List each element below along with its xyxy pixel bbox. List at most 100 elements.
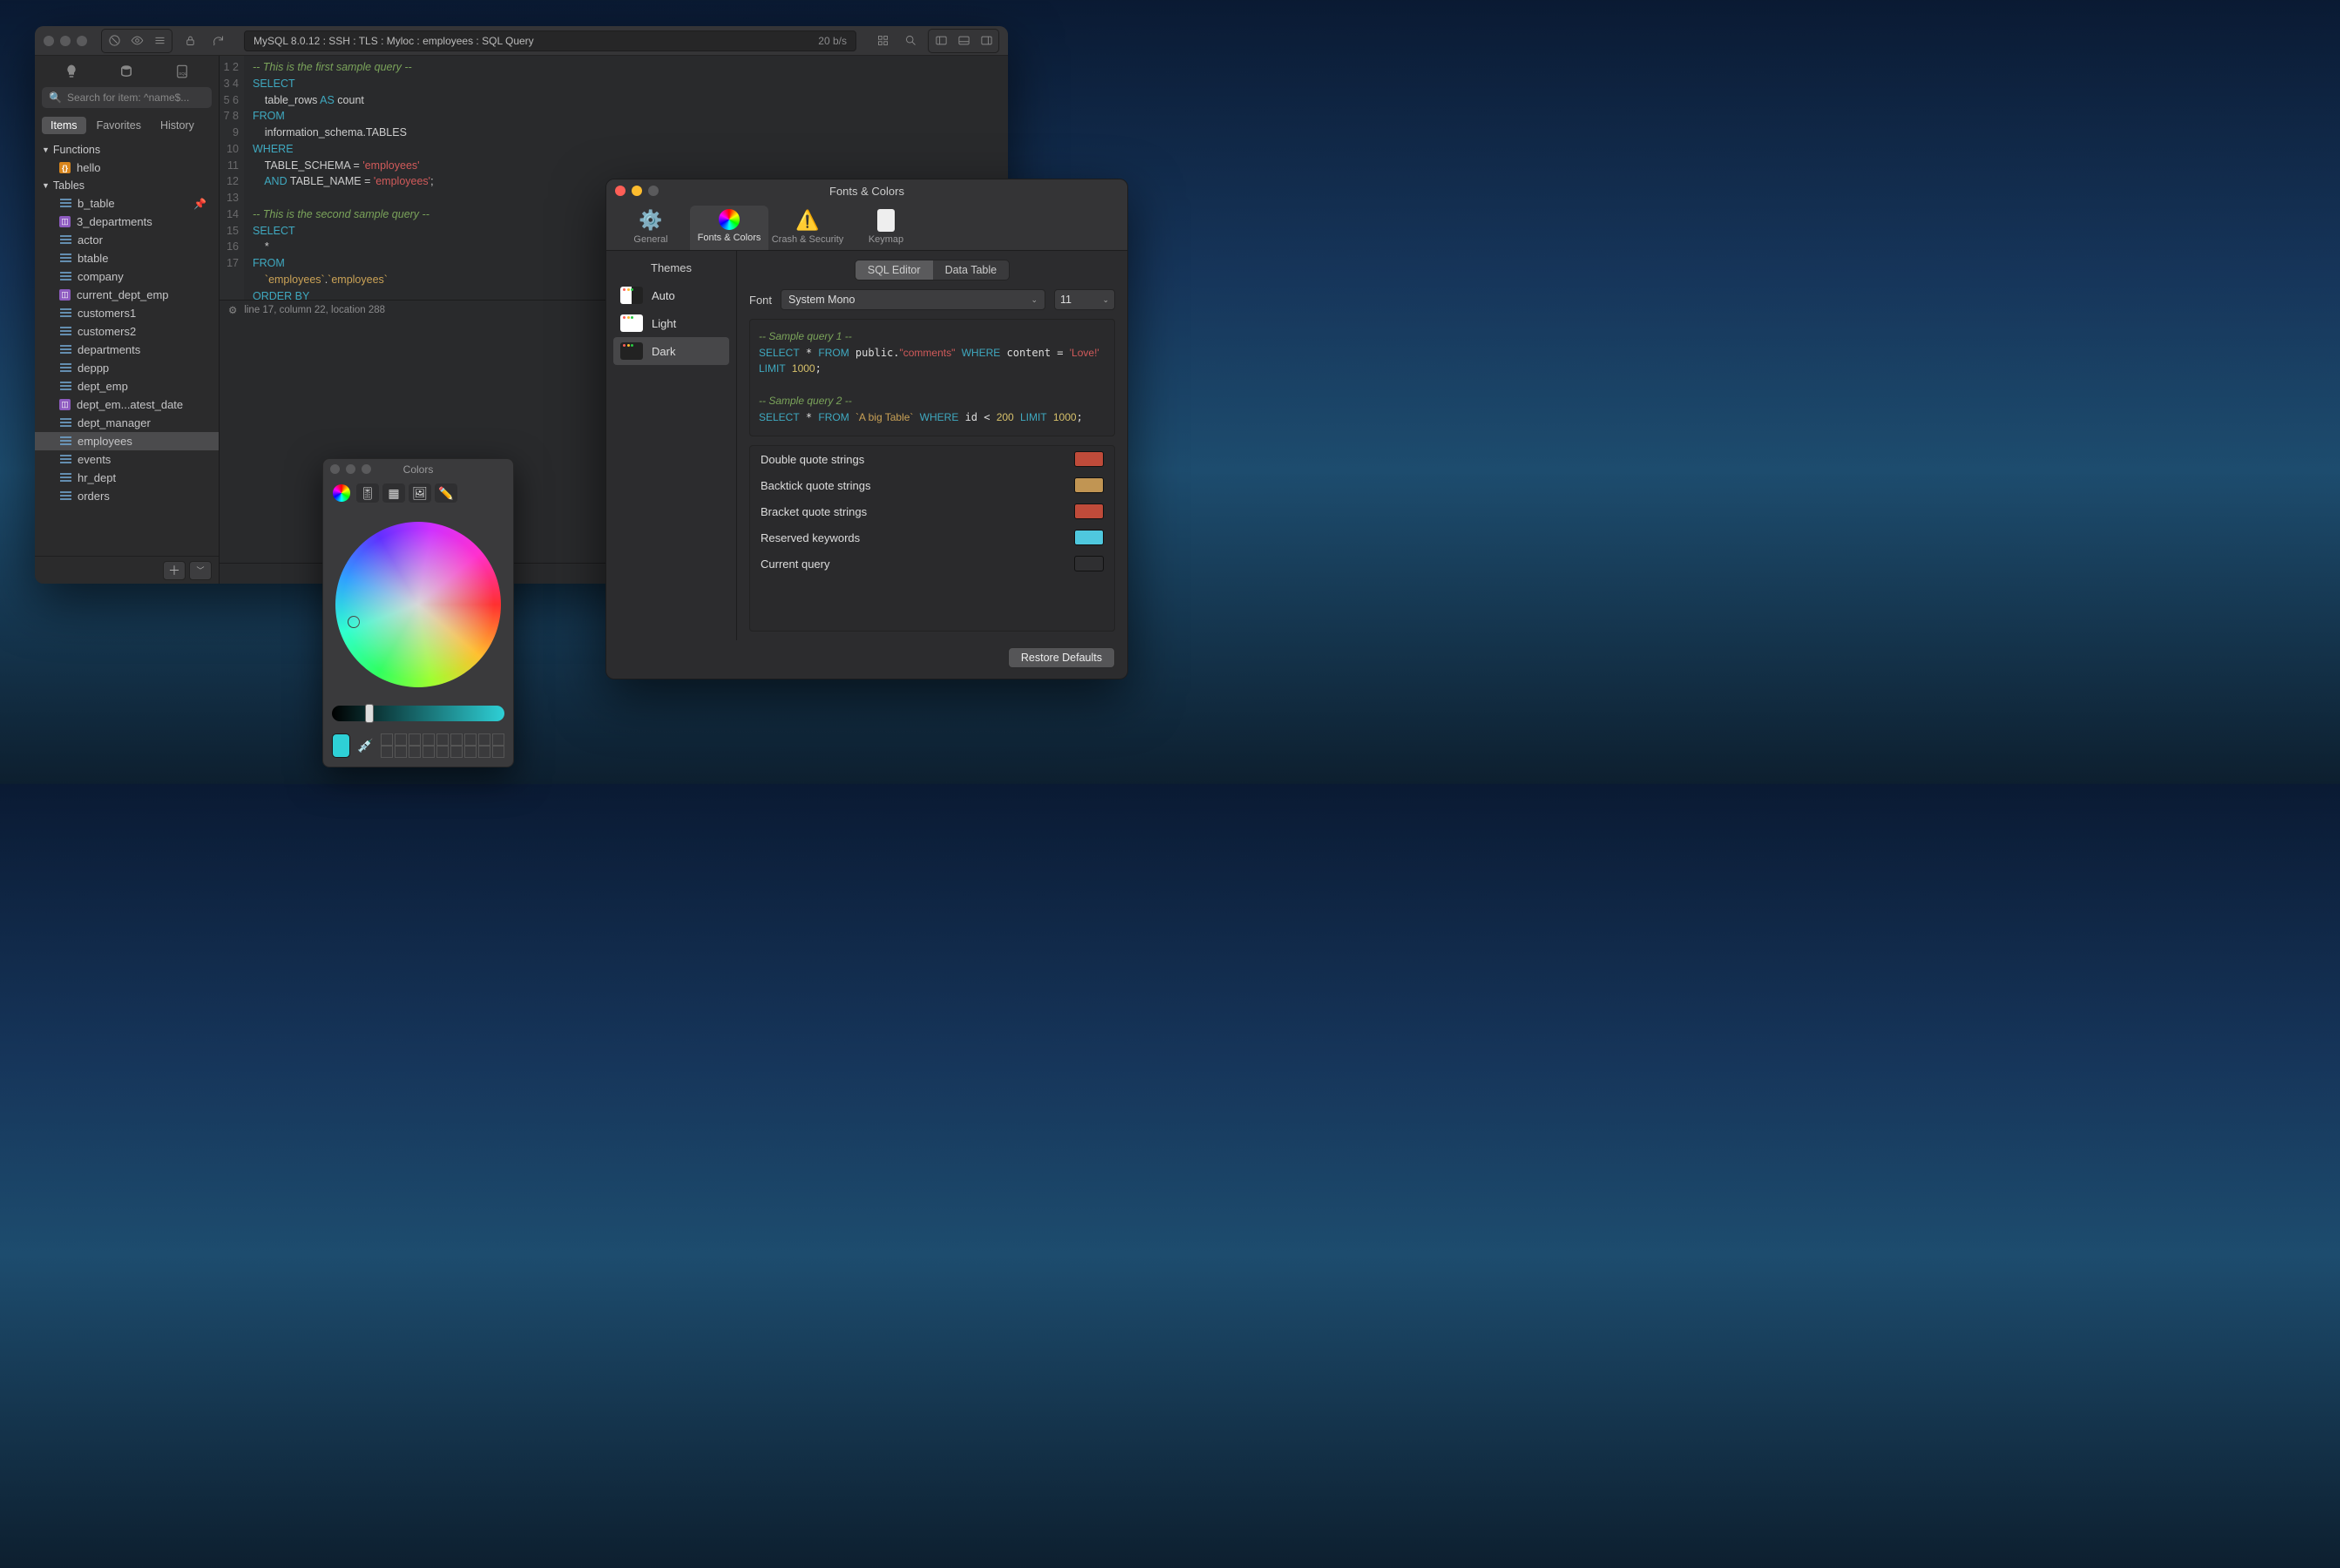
minimize-dot[interactable] (60, 36, 71, 46)
sidebar-item-table[interactable]: ◫current_dept_emp (35, 286, 219, 304)
color-setting-row[interactable]: Current query (750, 551, 1114, 577)
sidebar-item-table[interactable]: btable (35, 249, 219, 267)
sidebar-item-table[interactable]: actor (35, 231, 219, 249)
sidebar-item-table[interactable]: orders (35, 487, 219, 505)
color-swatch[interactable] (1074, 477, 1104, 493)
color-wheel-handle[interactable] (348, 616, 360, 628)
sidebar-item-table[interactable]: events (35, 450, 219, 469)
font-row: Font System Mono⌄ 11⌄ (749, 289, 1115, 310)
color-swatch[interactable] (1074, 451, 1104, 467)
tab-crash-security[interactable]: ⚠️Crash & Security (768, 206, 847, 250)
sidebar-item-function[interactable]: {}hello (35, 159, 219, 177)
stepper-icon: ⌄ (1102, 295, 1109, 305)
color-setting-row[interactable]: Backtick quote strings (750, 472, 1114, 498)
tables-header[interactable]: ▼Tables (35, 177, 219, 194)
minimize-dot[interactable] (346, 464, 355, 474)
zoom-dot[interactable] (77, 36, 87, 46)
color-mode-tabs: 🎚 ▦ 🖼 ✏️ (323, 480, 513, 506)
functions-header[interactable]: ▼Functions (35, 141, 219, 159)
eyedropper-icon[interactable]: 💉 (357, 737, 374, 754)
sliders-mode-icon[interactable]: 🎚 (356, 483, 379, 503)
sidebar: SQL 🔍 Search for item: ^name$... Items F… (35, 56, 220, 584)
color-swatch[interactable] (1074, 530, 1104, 545)
panel-bottom-icon[interactable] (953, 31, 974, 51)
lock-icon[interactable] (179, 31, 200, 51)
gear-icon[interactable]: ⚙ (228, 304, 237, 316)
sql-file-icon[interactable]: SQL (170, 63, 194, 80)
pencils-mode-icon[interactable]: ✏️ (435, 483, 457, 503)
tab-keymap[interactable]: Keymap (847, 206, 925, 250)
restore-defaults-button[interactable]: Restore Defaults (1008, 647, 1115, 668)
sidebar-search-input[interactable]: 🔍 Search for item: ^name$... (42, 87, 212, 108)
search-icon[interactable] (900, 31, 921, 51)
connection-status-field[interactable]: MySQL 8.0.12 : SSH : TLS : Myloc : emplo… (244, 30, 856, 51)
more-button[interactable]: ﹀ (189, 561, 212, 580)
sidebar-item-table[interactable]: ◫3_departments (35, 213, 219, 231)
color-picker-title: Colors (403, 463, 434, 476)
theme-option[interactable]: Light (613, 309, 729, 337)
preferences-title: Fonts & Colors (829, 185, 904, 198)
table-icon (59, 473, 71, 483)
sidebar-item-table[interactable]: customers1 (35, 304, 219, 322)
sidebar-item-table[interactable]: departments (35, 341, 219, 359)
color-wheel[interactable] (335, 522, 501, 687)
sidebar-item-table[interactable]: ◫dept_em...atest_date (35, 395, 219, 414)
color-swatch[interactable] (1074, 556, 1104, 571)
sidebar-tree[interactable]: ▼Functions {}hello ▼Tables b_table📌◫3_de… (35, 139, 219, 556)
panel-right-icon[interactable] (976, 31, 997, 51)
list-icon[interactable] (149, 31, 170, 51)
palette-mode-icon[interactable]: ▦ (382, 483, 405, 503)
tab-history[interactable]: History (152, 117, 203, 134)
add-button[interactable]: ＋ (163, 561, 186, 580)
close-dot[interactable] (615, 186, 626, 196)
brightness-knob[interactable] (365, 704, 374, 723)
color-swatch[interactable] (1074, 504, 1104, 519)
syntax-color-list[interactable]: Double quote stringsBacktick quote strin… (749, 445, 1115, 632)
sidebar-item-table[interactable]: deppp (35, 359, 219, 377)
grid-icon[interactable] (872, 31, 893, 51)
tab-general[interactable]: ⚙️General (612, 206, 690, 250)
color-setting-row[interactable]: Reserved keywords (750, 524, 1114, 551)
pin-icon: 📌 (193, 198, 206, 210)
code-lines[interactable]: -- This is the first sample query -- SEL… (244, 56, 434, 300)
close-dot[interactable] (330, 464, 340, 474)
tab-items[interactable]: Items (42, 117, 86, 134)
mini-swatch[interactable] (381, 733, 393, 746)
wheel-mode-icon[interactable] (333, 484, 350, 502)
tab-fonts-colors[interactable]: Fonts & Colors (690, 206, 768, 250)
segment-sql-editor[interactable]: SQL Editor (856, 260, 933, 280)
refresh-icon[interactable] (207, 31, 228, 51)
color-wheel-icon (719, 209, 740, 230)
image-mode-icon[interactable]: 🖼 (409, 483, 431, 503)
sidebar-item-table[interactable]: dept_emp (35, 377, 219, 395)
sidebar-item-table[interactable]: b_table📌 (35, 194, 219, 213)
connection-status-text: MySQL 8.0.12 : SSH : TLS : Myloc : emplo… (254, 35, 534, 47)
preferences-right-pane: SQL Editor Data Table Font System Mono⌄ … (737, 251, 1127, 640)
zoom-dot[interactable] (362, 464, 371, 474)
tab-favorites[interactable]: Favorites (88, 117, 150, 134)
close-dot[interactable] (44, 36, 54, 46)
sidebar-item-table[interactable]: hr_dept (35, 469, 219, 487)
panel-left-icon[interactable] (930, 31, 951, 51)
theme-option[interactable]: Auto (613, 281, 729, 309)
color-setting-row[interactable]: Bracket quote strings (750, 498, 1114, 524)
segment-data-table[interactable]: Data Table (933, 260, 1010, 280)
swatch-row (381, 733, 504, 746)
stop-icon[interactable] (104, 31, 125, 51)
eye-icon[interactable] (126, 31, 147, 51)
brightness-slider[interactable] (332, 706, 504, 721)
sidebar-item-table[interactable]: dept_manager (35, 414, 219, 432)
sidebar-item-table[interactable]: company (35, 267, 219, 286)
bulb-icon[interactable] (59, 63, 84, 80)
color-setting-row[interactable]: Double quote strings (750, 446, 1114, 472)
current-color-swatch[interactable] (332, 733, 350, 758)
zoom-dot[interactable] (648, 186, 659, 196)
search-icon: 🔍 (49, 91, 62, 104)
database-icon[interactable] (114, 63, 139, 80)
theme-option[interactable]: Dark (613, 337, 729, 365)
minimize-dot[interactable] (632, 186, 642, 196)
sidebar-item-table[interactable]: employees (35, 432, 219, 450)
sidebar-item-table[interactable]: customers2 (35, 322, 219, 341)
font-size-stepper[interactable]: 11⌄ (1054, 289, 1115, 310)
font-select[interactable]: System Mono⌄ (781, 289, 1045, 310)
